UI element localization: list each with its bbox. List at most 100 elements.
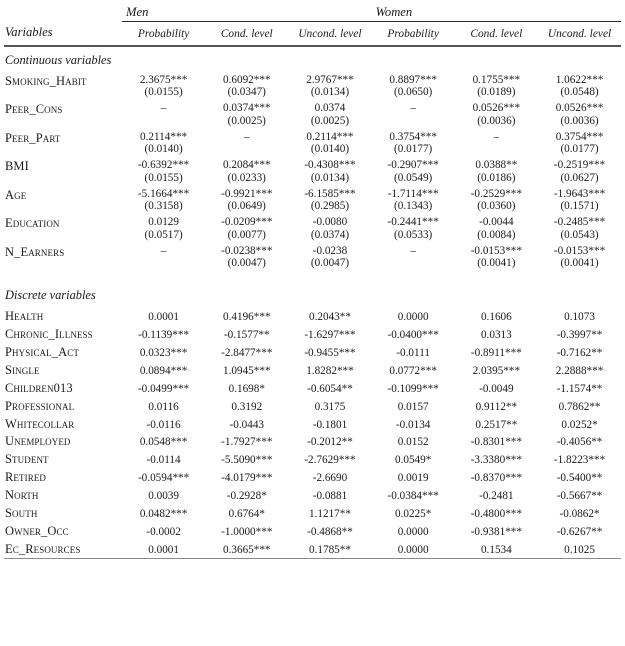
standard-error: (0.0533)	[394, 228, 433, 241]
value-cell: –	[372, 242, 455, 271]
standard-error: (0.2985)	[310, 200, 350, 212]
value-cell: -0.6267**	[556, 526, 603, 539]
standard-error: (0.0077)	[227, 228, 266, 241]
standard-error: (0.0084)	[477, 228, 516, 241]
value-cell: -0.9921*** (0.0649)	[205, 185, 288, 214]
coefficient: 0.0388**	[475, 159, 518, 171]
value-cell: 0.1755*** (0.0189)	[455, 71, 538, 100]
variable-name: Smoking_Habit	[5, 73, 87, 88]
value-cell: –	[122, 242, 205, 271]
value-cell: -0.2519*** (0.0627)	[538, 156, 621, 185]
variable-name: N_Earners	[5, 244, 65, 259]
value-cell: 0.0388** (0.0186)	[455, 156, 538, 185]
table-row: Professional 0.0116 0.3192 0.3175 0.0157 0.91…	[4, 396, 621, 414]
standard-error: (0.0650)	[394, 86, 433, 98]
value-cell: -0.2485*** (0.0543)	[538, 213, 621, 242]
value-cell: 0.7862**	[558, 400, 601, 413]
standard-error: (0.3158)	[144, 200, 183, 212]
variable-name: North	[5, 488, 39, 503]
value-cell: -0.0881	[312, 490, 348, 503]
standard-error: (0.0134)	[310, 86, 350, 98]
value-cell: 0.6764*	[228, 508, 265, 521]
value-cell: -0.0111	[396, 346, 430, 359]
variable-name: Age	[5, 187, 27, 202]
value-cell: -5.1664*** (0.3158)	[122, 185, 205, 214]
table-row: Peer_Part 0.2114*** (0.0140) – 0.2114*** (0.…	[4, 128, 621, 157]
value-cell: -6.1585*** (0.2985)	[288, 185, 371, 214]
value-cell: 0.4196***	[223, 310, 271, 323]
coefficient: -0.9921***	[221, 187, 273, 200]
table-row: Peer_Cons – 0.0374*** (0.0025) 0.0374 (0.002…	[4, 99, 621, 128]
variable-name: Owner_Occ	[5, 524, 69, 539]
value-cell: -0.0153*** (0.0041)	[538, 242, 621, 271]
coefficient: -0.2519***	[553, 159, 606, 171]
coefficient: 0.8897***	[389, 73, 437, 86]
coefficient: 0.3754***	[555, 130, 604, 143]
value-cell: 0.0000	[397, 310, 429, 323]
value-cell: -1.7114*** (0.1343)	[372, 185, 455, 214]
value-cell: 0.0000	[397, 544, 429, 557]
standard-error: (0.0627)	[560, 171, 599, 184]
value-cell: -0.2012**	[307, 436, 353, 449]
coefficient: –	[243, 130, 250, 143]
table-row: Owner_Occ -0.0002 -1.0000*** -0.4868** 0.000…	[4, 522, 621, 540]
coefficient: 0.0129	[148, 216, 179, 228]
value-cell: 0.9112**	[475, 400, 518, 413]
standard-error: (0.0047)	[310, 257, 350, 269]
value-cell: 1.1217**	[308, 508, 351, 521]
standard-error: (0.0025)	[310, 114, 350, 127]
standard-error: (0.0649)	[227, 200, 266, 212]
section-title-0: Continuous variables	[5, 52, 112, 67]
table-row: N_Earners – -0.0238*** (0.0047) -0.0238 (0.0…	[4, 242, 621, 271]
table-row: Education 0.0129 (0.0517) -0.0209*** (0.0077…	[4, 213, 621, 242]
variable-name: Children013	[5, 380, 73, 395]
value-cell: -0.8911***	[470, 346, 522, 359]
value-cell: 0.1698*	[228, 382, 265, 395]
table-row: Unemployed 0.0548*** -1.7927*** -0.2012** 0.…	[4, 432, 621, 450]
standard-error: (0.0374)	[310, 228, 350, 241]
table-row: Health 0.0001 0.4196*** 0.2043** 0.0000 0.160…	[4, 306, 621, 324]
value-cell: 0.3754*** (0.0177)	[538, 128, 621, 157]
value-cell: -0.5400**	[556, 472, 603, 485]
statistical-table-container: Men Women Variables Probability Cond. level U…	[0, 0, 625, 559]
coefficient: -5.1664***	[137, 187, 190, 200]
value-cell: 0.0152	[397, 436, 429, 449]
value-cell: -0.9381***	[470, 526, 522, 539]
value-cell: -0.4800***	[470, 508, 522, 521]
value-cell: -0.6054**	[307, 382, 353, 395]
value-cell: 0.1025	[564, 544, 595, 557]
value-cell: 0.0772***	[389, 364, 437, 377]
coefficient: -6.1585***	[304, 187, 356, 200]
coefficient: -0.2441***	[387, 216, 439, 228]
value-cell: -0.1801	[312, 418, 348, 431]
variable-name: Education	[5, 216, 60, 230]
value-cell: 1.0622*** (0.0548)	[538, 71, 621, 100]
value-cell: -0.9455***	[304, 346, 356, 359]
section-title-row: Discrete variables	[4, 270, 621, 306]
value-cell: 0.2084*** (0.0233)	[205, 156, 288, 185]
table-row: BMI -0.6392*** (0.0155) 0.2084*** (0.0233) -0…	[4, 156, 621, 185]
standard-error: (0.0041)	[560, 257, 599, 269]
table-row: North 0.0039 -0.2928* -0.0881 -0.0384*** -0.2…	[4, 486, 621, 504]
standard-error: (0.0155)	[144, 171, 183, 184]
value-cell: –	[372, 99, 455, 128]
standard-error: (0.0155)	[144, 86, 183, 98]
value-cell: 2.9767*** (0.0134)	[288, 71, 371, 100]
value-cell: -1.0000***	[221, 526, 273, 539]
table-row: Chronic_Illness -0.1139*** -0.1577** -1.629…	[4, 324, 621, 342]
value-cell: -0.0238 (0.0047)	[288, 242, 371, 271]
standard-error: (0.0140)	[310, 143, 350, 155]
standard-error: (0.0177)	[394, 143, 433, 155]
variable-name: BMI	[5, 159, 29, 173]
coefficient: –	[160, 244, 167, 257]
value-cell: 0.0039	[148, 490, 179, 503]
group-label-men: Men	[126, 5, 149, 19]
column-header-4: Cond. level	[470, 27, 523, 40]
value-cell: -4.0179***	[221, 472, 273, 485]
standard-error: (0.0186)	[477, 171, 516, 184]
value-cell: 0.3754*** (0.0177)	[372, 128, 455, 157]
coefficient: -0.0238***	[221, 244, 273, 257]
value-cell: 2.2888***	[555, 364, 604, 377]
value-cell: 0.0374 (0.0025)	[288, 99, 371, 128]
value-cell: -2.8477***	[221, 346, 273, 359]
